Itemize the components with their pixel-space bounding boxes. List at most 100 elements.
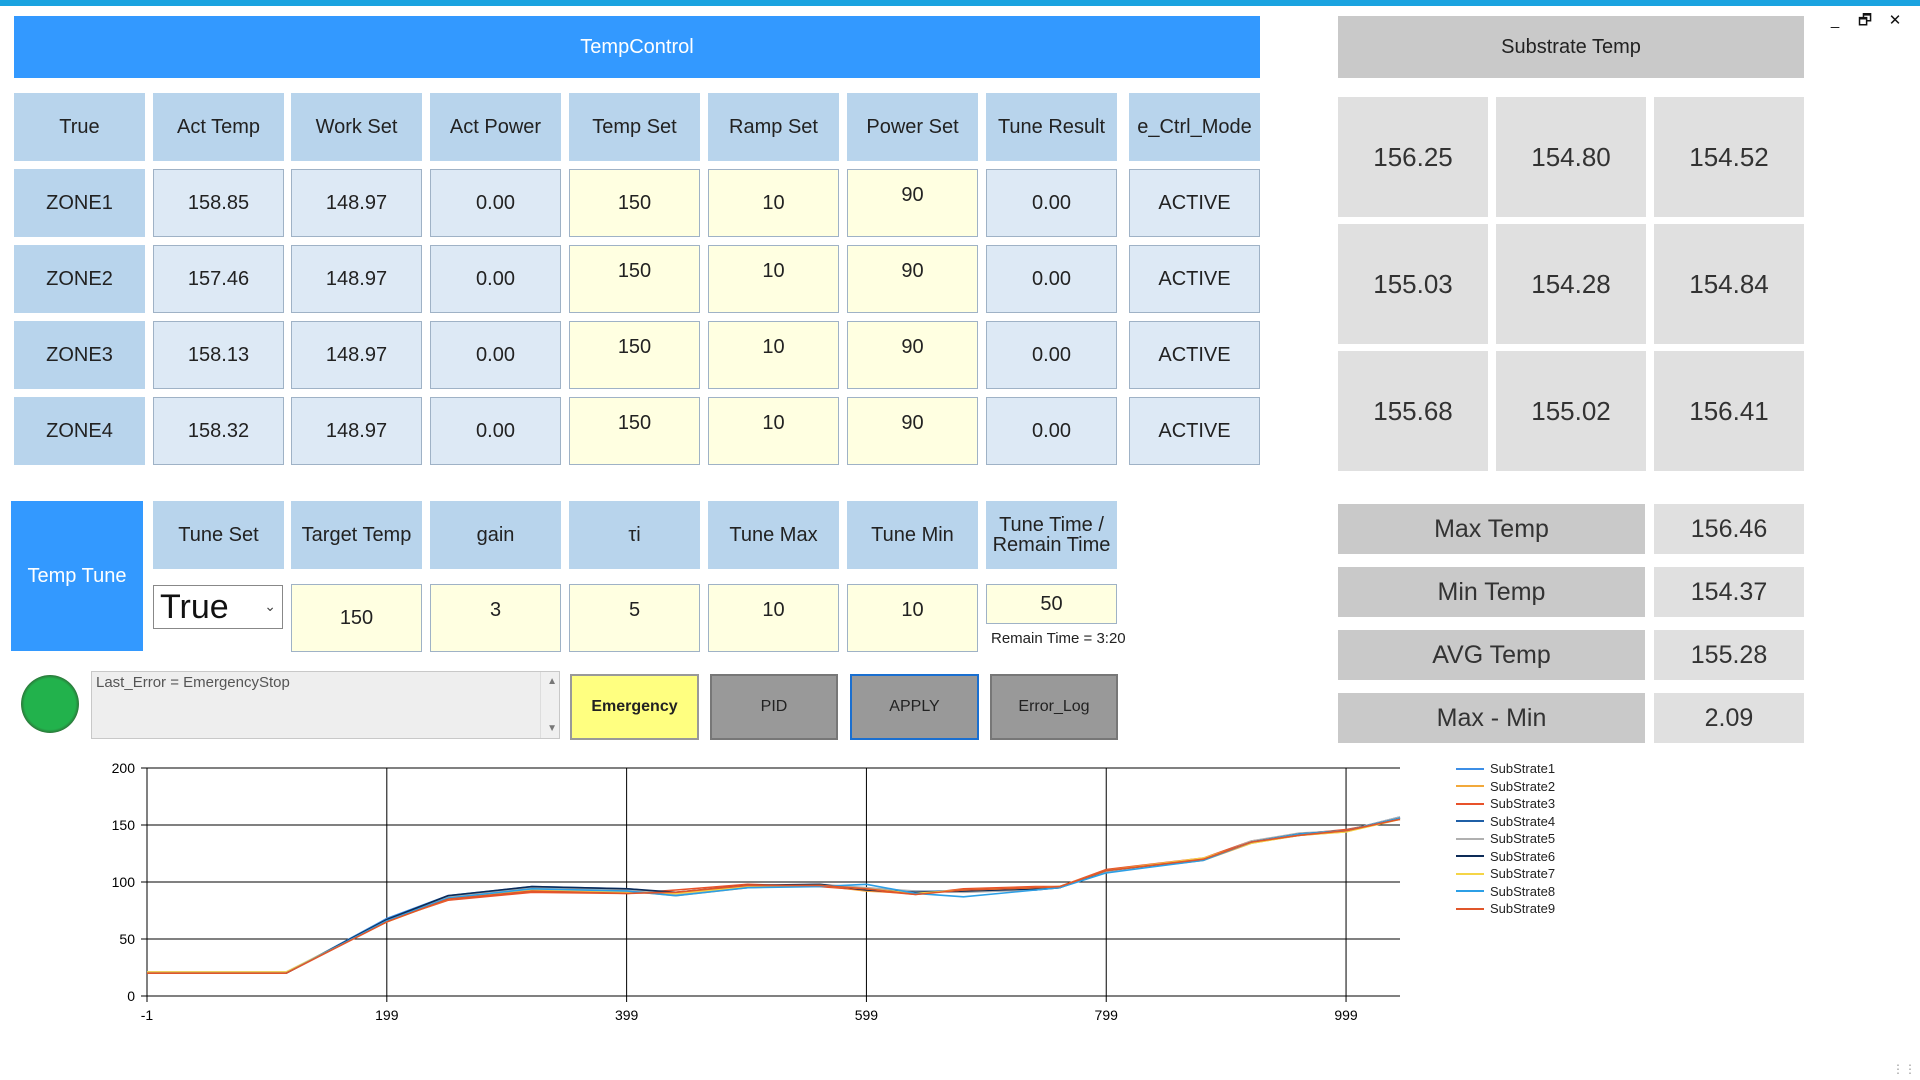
tune-min-input[interactable]: 10 bbox=[847, 584, 978, 652]
remain-time-label: Remain Time = 3:20 bbox=[991, 630, 1126, 647]
zone3-ramp-set[interactable]: 10 bbox=[708, 321, 839, 389]
legend-swatch bbox=[1456, 855, 1484, 858]
chart-legend: SubStrate1 SubStrate2 SubStrate3 SubStrate4… bbox=[1456, 760, 1555, 918]
zone1-ctrl-mode: ACTIVE bbox=[1129, 169, 1260, 237]
chevron-down-icon: ⌄ bbox=[264, 598, 276, 614]
zone3-tune-result: 0.00 bbox=[986, 321, 1117, 389]
header-act-temp: Act Temp bbox=[153, 93, 284, 161]
scroll-down-icon[interactable]: ▼ bbox=[547, 723, 557, 734]
zone2-ctrl-mode: ACTIVE bbox=[1129, 245, 1260, 313]
legend-item: SubStrate7 bbox=[1456, 865, 1555, 883]
tune-header-tune-max: Tune Max bbox=[708, 501, 839, 569]
zone4-work-set: 148.97 bbox=[291, 397, 422, 465]
zone2-work-set: 148.97 bbox=[291, 245, 422, 313]
zone1-tune-result: 0.00 bbox=[986, 169, 1117, 237]
zone3-act-power: 0.00 bbox=[430, 321, 561, 389]
scroll-up-icon[interactable]: ▲ bbox=[547, 676, 557, 687]
target-temp-input[interactable]: 150 bbox=[291, 584, 422, 652]
y-tick-label: 150 bbox=[112, 817, 136, 833]
zone2-ramp-set[interactable]: 10 bbox=[708, 245, 839, 313]
legend-item: SubStrate1 bbox=[1456, 760, 1555, 778]
legend-item: SubStrate4 bbox=[1456, 813, 1555, 831]
substrate-cell-4: 155.03 bbox=[1338, 224, 1488, 344]
header-power-set: Power Set bbox=[847, 93, 978, 161]
legend-swatch bbox=[1456, 837, 1484, 840]
log-scrollbar[interactable]: ▲ ▼ bbox=[540, 672, 559, 738]
substrate-cell-9: 156.41 bbox=[1654, 351, 1804, 471]
restore-button[interactable]: 🗗 bbox=[1854, 10, 1876, 32]
zone1-act-temp: 158.85 bbox=[153, 169, 284, 237]
close-button[interactable]: ✕ bbox=[1884, 10, 1906, 32]
legend-swatch bbox=[1456, 767, 1484, 770]
zone4-ramp-set[interactable]: 10 bbox=[708, 397, 839, 465]
pid-button[interactable]: PID bbox=[710, 674, 838, 740]
stat-value-4: 2.09 bbox=[1654, 693, 1804, 743]
zone3-act-temp: 158.13 bbox=[153, 321, 284, 389]
legend-label: SubStrate9 bbox=[1490, 901, 1556, 917]
series-line-1 bbox=[147, 816, 1401, 974]
error-log-textbox[interactable]: Last_Error = EmergencyStop ▲ ▼ bbox=[91, 671, 560, 739]
zone2-act-power: 0.00 bbox=[430, 245, 561, 313]
zone1-act-power: 0.00 bbox=[430, 169, 561, 237]
stat-value-2: 154.37 bbox=[1654, 567, 1804, 617]
tune-time-input[interactable]: 50 bbox=[986, 584, 1117, 624]
x-tick-label: 399 bbox=[615, 1007, 639, 1023]
series-line-8 bbox=[147, 817, 1401, 974]
stat-label-2: Min Temp bbox=[1338, 567, 1645, 617]
tempcontrol-title: TempControl bbox=[14, 16, 1260, 78]
tune-max-input[interactable]: 10 bbox=[708, 584, 839, 652]
zone3-work-set: 148.97 bbox=[291, 321, 422, 389]
x-tick-label: 599 bbox=[855, 1007, 879, 1023]
y-tick-label: 200 bbox=[112, 760, 136, 776]
tune-header-ti: τi bbox=[569, 501, 700, 569]
zone4-temp-set[interactable]: 150 bbox=[569, 397, 700, 465]
legend-label: SubStrate5 bbox=[1490, 831, 1556, 847]
zone1-power-set[interactable]: 90 bbox=[847, 169, 978, 237]
stat-label-4: Max - Min bbox=[1338, 693, 1645, 743]
zone4-act-temp: 158.32 bbox=[153, 397, 284, 465]
log-text: Last_Error = EmergencyStop bbox=[96, 674, 290, 691]
legend-swatch bbox=[1456, 785, 1484, 788]
emergency-button[interactable]: Emergency bbox=[570, 674, 699, 740]
header-ctrl-mode: e_Ctrl_Mode bbox=[1129, 93, 1260, 161]
temperature-chart: 0 50 100 150 200 -1 199 399 599 799 999 bbox=[112, 760, 1401, 1023]
tune-set-select[interactable]: True ⌄ bbox=[153, 585, 283, 629]
stat-label-1: Max Temp bbox=[1338, 504, 1645, 554]
zone2-temp-set[interactable]: 150 bbox=[569, 245, 700, 313]
zone1-temp-set[interactable]: 150 bbox=[569, 169, 700, 237]
header-ramp-set: Ramp Set bbox=[708, 93, 839, 161]
substrate-cell-7: 155.68 bbox=[1338, 351, 1488, 471]
zone2-power-set[interactable]: 90 bbox=[847, 245, 978, 313]
header-zone-label: True bbox=[14, 93, 145, 161]
zone4-power-set[interactable]: 90 bbox=[847, 397, 978, 465]
y-tick-label: 50 bbox=[119, 931, 135, 947]
legend-label: SubStrate3 bbox=[1490, 796, 1556, 812]
substrate-cell-5: 154.28 bbox=[1496, 224, 1646, 344]
zone1-ramp-set[interactable]: 10 bbox=[708, 169, 839, 237]
tune-header-tune-min: Tune Min bbox=[847, 501, 978, 569]
header-work-set: Work Set bbox=[291, 93, 422, 161]
legend-item: SubStrate9 bbox=[1456, 900, 1555, 918]
legend-item: SubStrate2 bbox=[1456, 778, 1555, 796]
stat-label-3: AVG Temp bbox=[1338, 630, 1645, 680]
zone4-ctrl-mode: ACTIVE bbox=[1129, 397, 1260, 465]
error-log-button[interactable]: Error_Log bbox=[990, 674, 1118, 740]
zone3-power-set[interactable]: 90 bbox=[847, 321, 978, 389]
minimize-button[interactable]: _ bbox=[1824, 10, 1846, 32]
zone3-temp-set[interactable]: 150 bbox=[569, 321, 700, 389]
substrate-cell-6: 154.84 bbox=[1654, 224, 1804, 344]
tune-header-gain: gain bbox=[430, 501, 561, 569]
ti-input[interactable]: 5 bbox=[569, 584, 700, 652]
legend-item: SubStrate6 bbox=[1456, 848, 1555, 866]
zone3-ctrl-mode: ACTIVE bbox=[1129, 321, 1260, 389]
legend-swatch bbox=[1456, 820, 1484, 823]
header-tune-result: Tune Result bbox=[986, 93, 1117, 161]
apply-button[interactable]: APPLY bbox=[850, 674, 979, 740]
legend-label: SubStrate1 bbox=[1490, 761, 1556, 777]
substrate-cell-3: 154.52 bbox=[1654, 97, 1804, 217]
series-line-3 bbox=[147, 818, 1401, 974]
legend-swatch bbox=[1456, 872, 1484, 875]
resize-grip-icon[interactable]: ⋮⋮ bbox=[1892, 1062, 1916, 1076]
temp-tune-title: Temp Tune bbox=[11, 501, 143, 651]
gain-input[interactable]: 3 bbox=[430, 584, 561, 652]
